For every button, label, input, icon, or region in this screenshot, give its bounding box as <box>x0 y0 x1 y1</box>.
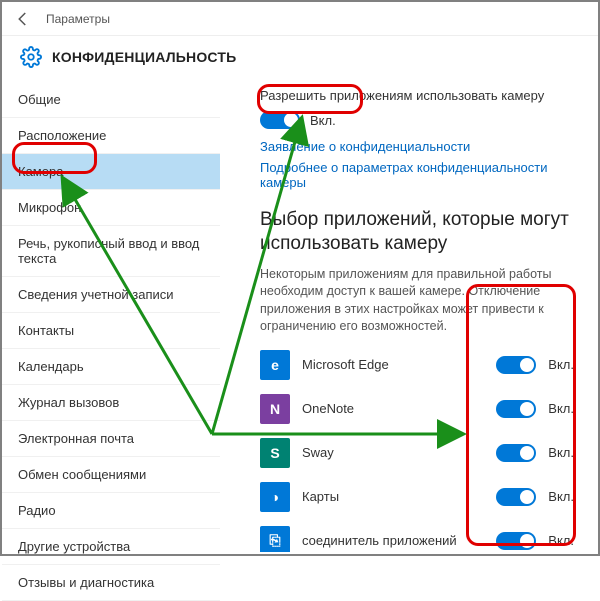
toggle-state-label: Вкл. <box>548 445 574 460</box>
app-name-label: Microsoft Edge <box>302 357 484 372</box>
sidebar-item-label: Другие устройства <box>18 539 130 554</box>
sidebar-item-label: Календарь <box>18 359 84 374</box>
page-title: КОНФИДЕНЦИАЛЬНОСТЬ <box>52 49 236 65</box>
app-name-label: Карты <box>302 489 484 504</box>
app-name-label: OneNote <box>302 401 484 416</box>
toggle-state-label: Вкл. <box>548 489 574 504</box>
toggle-state-label: Вкл. <box>548 533 574 548</box>
app-icon: N <box>260 394 290 424</box>
toggle-state-label: Вкл. <box>548 357 574 372</box>
choose-apps-heading: Выбор приложений, которые могут использо… <box>260 208 574 256</box>
app-name-label: соединитель приложений <box>302 533 484 548</box>
sidebar-item-label: Микрофон <box>18 200 81 215</box>
app-toggle[interactable] <box>496 488 536 506</box>
app-toggle[interactable] <box>496 444 536 462</box>
sidebar-item-calendar[interactable]: Календарь <box>2 349 220 385</box>
sidebar-item-speech[interactable]: Речь, рукописный ввод и ввод текста <box>2 226 220 277</box>
sidebar-item-label: Камера <box>18 164 63 179</box>
sidebar-item-account[interactable]: Сведения учетной записи <box>2 277 220 313</box>
app-toggle[interactable] <box>496 400 536 418</box>
sidebar-item-label: Общие <box>18 92 61 107</box>
back-button[interactable] <box>12 8 34 30</box>
sidebar-item-microphone[interactable]: Микрофон <box>2 190 220 226</box>
sidebar-item-location[interactable]: Расположение <box>2 118 220 154</box>
content-pane: Разрешить приложениям использовать камер… <box>220 80 598 552</box>
camera-master-toggle[interactable] <box>260 111 300 129</box>
app-icon: S <box>260 438 290 468</box>
sidebar-item-label: Сведения учетной записи <box>18 287 174 302</box>
sidebar-item-label: Речь, рукописный ввод и ввод текста <box>18 236 199 266</box>
choose-apps-description: Некоторым приложениям для правильной раб… <box>260 266 574 336</box>
sidebar-item-contacts[interactable]: Контакты <box>2 313 220 349</box>
camera-privacy-more-link[interactable]: Подробнее о параметрах конфиденциальност… <box>260 160 574 190</box>
app-row: ◑ Карты Вкл. <box>260 482 574 512</box>
app-toggle[interactable] <box>496 532 536 550</box>
sidebar-item-label: Журнал вызовов <box>18 395 119 410</box>
sidebar-item-radio[interactable]: Радио <box>2 493 220 529</box>
app-icon: e <box>260 350 290 380</box>
app-row: N OneNote Вкл. <box>260 394 574 424</box>
sidebar-item-label: Расположение <box>18 128 106 143</box>
app-row: e Microsoft Edge Вкл. <box>260 350 574 380</box>
sidebar-item-general[interactable]: Общие <box>2 82 220 118</box>
sidebar-item-otherdevices[interactable]: Другие устройства <box>2 529 220 565</box>
app-icon: ⎘ <box>260 526 290 553</box>
allow-apps-label: Разрешить приложениям использовать камер… <box>260 88 574 103</box>
app-toggle[interactable] <box>496 356 536 374</box>
gear-icon <box>20 46 42 68</box>
app-row: S Sway Вкл. <box>260 438 574 468</box>
app-row: ⎘ соединитель приложений Вкл. <box>260 526 574 553</box>
sidebar-item-label: Отзывы и диагностика <box>18 575 154 590</box>
toggle-state-label: Вкл. <box>548 401 574 416</box>
sidebar-item-label: Контакты <box>18 323 74 338</box>
app-name-label: Sway <box>302 445 484 460</box>
sidebar-item-camera[interactable]: Камера <box>2 154 220 190</box>
window-title: Параметры <box>46 12 110 26</box>
sidebar-item-email[interactable]: Электронная почта <box>2 421 220 457</box>
sidebar-item-callhistory[interactable]: Журнал вызовов <box>2 385 220 421</box>
sidebar-item-label: Обмен сообщениями <box>18 467 146 482</box>
sidebar-item-label: Радио <box>18 503 56 518</box>
toggle-state-label: Вкл. <box>310 113 336 128</box>
privacy-statement-link[interactable]: Заявление о конфиденциальности <box>260 139 574 154</box>
sidebar: Общие Расположение Камера Микрофон Речь,… <box>2 80 220 552</box>
sidebar-item-label: Электронная почта <box>18 431 134 446</box>
sidebar-item-messaging[interactable]: Обмен сообщениями <box>2 457 220 493</box>
app-icon: ◑ <box>260 482 290 512</box>
sidebar-item-feedback[interactable]: Отзывы и диагностика <box>2 565 220 601</box>
